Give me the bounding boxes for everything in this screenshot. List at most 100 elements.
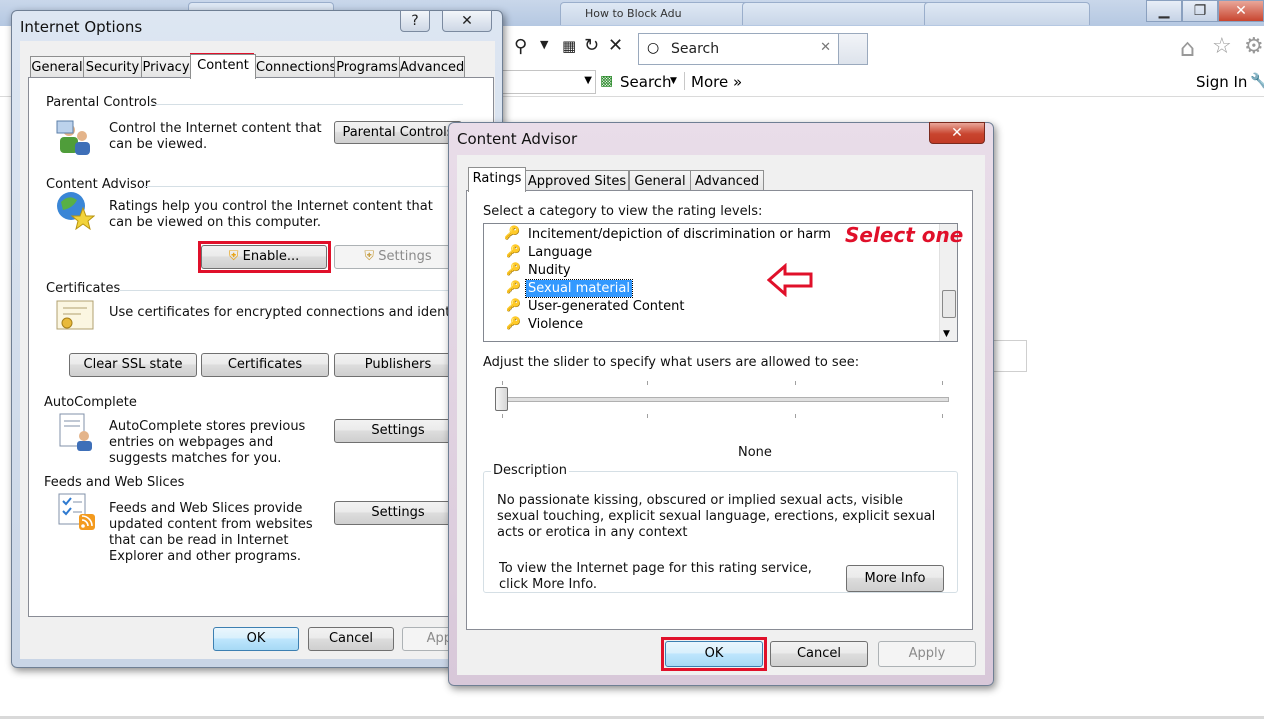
ok-button[interactable]: OK [665, 641, 763, 667]
category-prompt: Select a category to view the rating lev… [483, 204, 763, 219]
certificates-text: Use certificates for encrypted connectio… [109, 305, 503, 320]
browser-tab[interactable] [742, 2, 946, 25]
toolbar-search-button[interactable]: Search [620, 73, 672, 91]
scrollbar-thumb[interactable] [942, 290, 956, 318]
search-engine-icon: ○ [647, 40, 660, 56]
apply-button[interactable]: Apply [878, 641, 976, 667]
slider-tick [942, 414, 943, 418]
close-button[interactable]: ✕ [929, 122, 985, 144]
description-label: Description [491, 463, 570, 479]
slider-tick [647, 381, 648, 385]
internet-options-dialog: Internet Options ? ✕ General Security Pr… [11, 10, 503, 668]
browser-search-box[interactable]: ○ Search ✕ [638, 33, 840, 65]
feeds-settings-button[interactable]: Settings [334, 501, 462, 525]
compatibility-view-icon[interactable]: ▦ [562, 37, 576, 55]
parental-controls-text: Control the Internet content that can be… [109, 121, 322, 152]
browser-tab[interactable] [924, 2, 1090, 25]
content-advisor-dialog: Content Advisor ✕ Ratings Approved Sites… [448, 122, 994, 686]
ok-button[interactable]: OK [213, 627, 299, 651]
tab-advanced[interactable]: Advanced [690, 170, 764, 192]
feeds-text: Feeds and Web Slices provide updated con… [109, 501, 313, 564]
group-divider [143, 186, 463, 187]
autocomplete-settings-button[interactable]: Settings [334, 419, 462, 443]
minimize-button[interactable]: ▁ [1146, 0, 1182, 22]
advisor-settings-button[interactable]: ⛨ Settings [334, 245, 462, 269]
tab-advanced[interactable]: Advanced [399, 56, 465, 78]
tab-content[interactable]: Content [190, 54, 256, 79]
key-icon: 🔑 [506, 244, 521, 258]
help-button[interactable]: ? [400, 10, 430, 32]
parental-controls-icon [56, 120, 90, 155]
more-info-button[interactable]: More Info [846, 565, 944, 592]
rating-slider-thumb[interactable] [495, 387, 508, 411]
ratings-tab-page: Select a category to view the rating lev… [466, 190, 973, 630]
tab-general[interactable]: General [629, 170, 691, 192]
category-item-selected[interactable]: Sexual material [525, 279, 633, 298]
category-item[interactable]: User-generated Content [528, 298, 684, 315]
content-tab-page: Parental Controls Control the Internet c… [28, 77, 503, 617]
search-icon[interactable]: ⚲ [514, 36, 527, 57]
tab-privacy[interactable]: Privacy [141, 56, 191, 78]
tab-general[interactable]: General [30, 56, 84, 78]
certificate-icon [56, 300, 94, 330]
toolbar-dropdown[interactable]: ▼ [500, 70, 596, 94]
content-advisor-client: Ratings Approved Sites General Advanced … [457, 155, 985, 675]
cancel-button[interactable]: Cancel [308, 627, 394, 651]
search-input[interactable]: Search [671, 41, 719, 57]
key-icon: 🔑 [506, 316, 521, 330]
more-button[interactable]: More » [691, 73, 742, 91]
cancel-button[interactable]: Cancel [770, 641, 868, 667]
rating-slider-track[interactable] [497, 397, 949, 402]
slider-tick [942, 381, 943, 385]
wrench-icon[interactable]: 🔧 [1250, 72, 1264, 90]
tab-programs[interactable]: Programs [334, 56, 400, 78]
certificates-button[interactable]: Certificates [201, 353, 329, 377]
clear-ssl-button[interactable]: Clear SSL state [69, 353, 197, 377]
globe-star-icon [57, 192, 95, 230]
category-item[interactable]: Language [528, 244, 592, 261]
tab-security[interactable]: Security [83, 56, 142, 78]
close-window-button[interactable]: ✕ [1218, 0, 1264, 22]
tab-approved-sites[interactable]: Approved Sites [525, 170, 629, 192]
key-icon: 🔑 [504, 226, 521, 241]
category-item[interactable]: Nudity [528, 262, 571, 279]
feeds-label: Feeds and Web Slices [44, 475, 185, 490]
content-advisor-text: Ratings help you control the Internet co… [109, 199, 433, 230]
stop-icon[interactable]: ✕ [608, 35, 623, 56]
scroll-down-icon[interactable]: ▼ [943, 329, 950, 339]
address-bar-controls: ⚲ ▼ ▦ ↻ ✕ [500, 32, 640, 64]
search-clear-icon[interactable]: ✕ [820, 40, 831, 55]
more-label: More [691, 73, 729, 91]
dropdown-arrow-icon[interactable]: ▼ [540, 38, 548, 51]
feeds-icon [58, 493, 95, 530]
toolbar-search-icon: ▩ [600, 73, 614, 89]
favorites-star-icon[interactable]: ☆ [1212, 34, 1232, 59]
content-advisor-title: Content Advisor [457, 130, 578, 148]
dropdown-arrow-icon[interactable]: ▼ [670, 76, 677, 86]
more-info-text: To view the Internet page for this ratin… [499, 561, 812, 592]
home-icon[interactable]: ⌂ [1180, 34, 1195, 62]
tab-connections[interactable]: Connections [255, 56, 336, 78]
browser-tab[interactable]: How to Block Adu [560, 2, 764, 25]
slider-tick [647, 414, 648, 418]
refresh-icon[interactable]: ↻ [584, 35, 599, 56]
category-item[interactable]: Violence [528, 316, 583, 333]
tab-ratings[interactable]: Ratings [468, 167, 526, 192]
parental-controls-button[interactable]: Parental Controls [334, 121, 462, 144]
select-one-annotation: Select one [845, 223, 964, 247]
category-item[interactable]: Incitement/depiction of discrimination o… [528, 226, 831, 243]
enable-button[interactable]: ⛨ Enable... [201, 245, 327, 269]
key-icon: 🔑 [506, 298, 521, 312]
sign-in-link[interactable]: Sign In [1196, 73, 1247, 91]
slider-tick [795, 381, 796, 385]
slider-tick [502, 414, 503, 418]
slider-prompt: Adjust the slider to specify what users … [483, 355, 860, 370]
gear-icon[interactable]: ⚙ [1244, 34, 1264, 59]
close-button[interactable]: ✕ [442, 10, 492, 32]
new-tab-button[interactable] [838, 33, 868, 65]
key-icon: 🔑 [506, 262, 521, 276]
publishers-button[interactable]: Publishers [334, 353, 462, 377]
maximize-button[interactable]: ❐ [1182, 0, 1218, 22]
advisor-settings-label: Settings [378, 249, 432, 264]
group-divider [149, 104, 463, 105]
